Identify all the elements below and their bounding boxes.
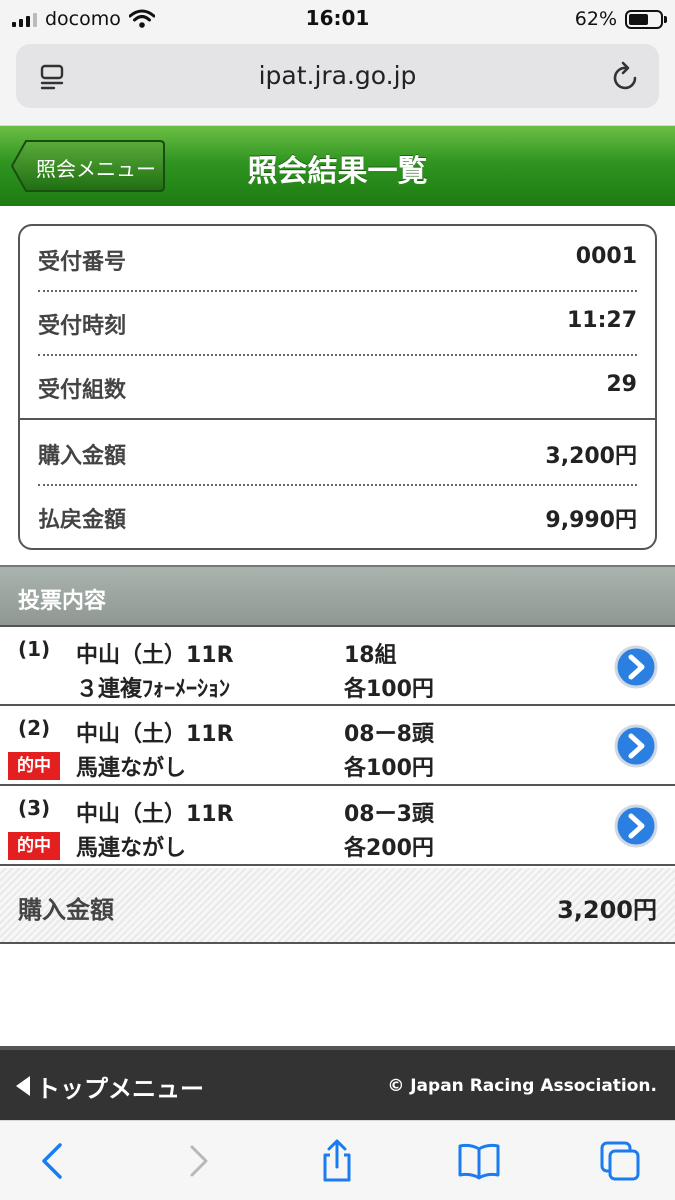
bet-race: 中山（土）11R (76, 802, 234, 827)
detail-arrow-icon[interactable] (614, 645, 658, 689)
bet-count: 08ー8頭 (344, 722, 434, 747)
summary-card: 受付番号 0001 受付時刻 11:27 受付組数 29 購入金額 3,200円… (18, 224, 657, 550)
summary-label: 受付時刻 (38, 314, 127, 339)
total-row: 購入金額 3,200円 (0, 868, 675, 944)
page-title: 照会結果一覧 (247, 154, 428, 189)
summary-value: 11:27 (566, 308, 637, 333)
battery-icon (625, 9, 667, 29)
page-header: 照会メニュー 照会結果一覧 (0, 126, 675, 206)
top-menu-label: トップメニュー (36, 1074, 204, 1103)
browser-toolbar (0, 1120, 675, 1200)
summary-label: 受付組数 (38, 378, 127, 403)
battery-percent: 62% (574, 8, 617, 30)
tabs-icon[interactable] (598, 1139, 642, 1183)
browser-address-area: ipat.jra.go.jp (0, 38, 675, 126)
summary-row-receipt-number: 受付番号 0001 (38, 226, 637, 290)
hit-badge: 的中 (8, 752, 60, 780)
summary-row-purchase-amount: 購入金額 3,200円 (38, 420, 637, 484)
back-triangle-icon (16, 1076, 30, 1096)
page-footer: トップメニュー © Japan Racing Association. (0, 1046, 675, 1120)
bet-number: (3) (18, 796, 51, 820)
total-label: 購入金額 (18, 896, 114, 924)
hit-badge: 的中 (8, 832, 60, 860)
bet-amount: 各200円 (344, 836, 434, 861)
status-bar: docomo 16:01 62% (0, 0, 675, 38)
summary-value: 29 (606, 372, 637, 397)
detail-arrow-icon[interactable] (614, 724, 658, 768)
bet-item[interactable]: (1) 中山（土）11R ３連複ﾌｫｰﾒｰｼｮﾝ 18組 各100円 (0, 625, 675, 706)
forward-chevron-icon[interactable] (176, 1139, 220, 1183)
address-bar[interactable]: ipat.jra.go.jp (16, 44, 659, 108)
summary-row-payout-amount: 払戻金額 9,990円 (38, 484, 637, 548)
bet-amount: 各100円 (344, 756, 434, 781)
bet-number: (2) (18, 716, 51, 740)
summary-label: 購入金額 (38, 444, 127, 469)
bet-count: 08ー3頭 (344, 802, 434, 827)
url-text[interactable]: ipat.jra.go.jp (16, 61, 659, 90)
total-value: 3,200円 (557, 896, 657, 924)
summary-label: 受付番号 (38, 250, 127, 275)
bet-race: 中山（土）11R (76, 722, 234, 747)
bet-race: 中山（土）11R (76, 643, 234, 668)
summary-row-receipt-time: 受付時刻 11:27 (38, 290, 637, 354)
bet-item[interactable]: (3) 的中 中山（土）11R 馬連ながし 08ー3頭 各200円 (0, 786, 675, 866)
bet-type: ３連複ﾌｫｰﾒｰｼｮﾝ (76, 677, 231, 702)
summary-value: 9,990円 (545, 508, 637, 533)
summary-value: 3,200円 (545, 444, 637, 469)
bet-amount: 各100円 (344, 677, 434, 702)
bet-count: 18組 (344, 643, 397, 668)
copyright-text: © Japan Racing Association. (387, 1076, 657, 1096)
share-icon[interactable] (315, 1139, 359, 1183)
bet-type: 馬連ながし (76, 836, 187, 861)
summary-value: 0001 (575, 244, 637, 269)
section-header-bets: 投票内容 (0, 565, 675, 625)
bet-type: 馬連ながし (76, 756, 187, 781)
summary-label: 払戻金額 (38, 508, 127, 533)
summary-row-ticket-count: 受付組数 29 (38, 354, 637, 418)
section-title: 投票内容 (18, 589, 107, 614)
reload-icon[interactable] (611, 60, 641, 92)
bet-number: (1) (18, 637, 51, 661)
status-right: 62% (574, 7, 667, 31)
bet-item[interactable]: (2) 的中 中山（土）11R 馬連ながし 08ー8頭 各100円 (0, 706, 675, 786)
top-menu-link[interactable]: トップメニュー (16, 1070, 204, 1103)
status-time: 16:01 (305, 6, 370, 30)
detail-arrow-icon[interactable] (614, 804, 658, 848)
back-chevron-icon[interactable] (30, 1139, 74, 1183)
bookmarks-icon[interactable] (457, 1139, 501, 1183)
